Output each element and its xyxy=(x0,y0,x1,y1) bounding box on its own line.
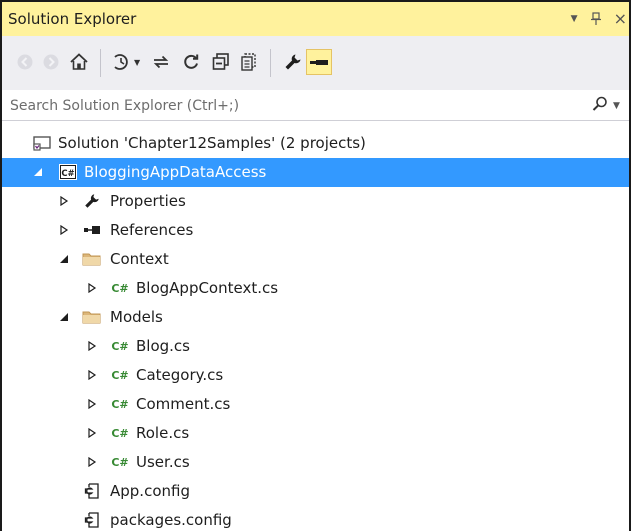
refresh-button[interactable] xyxy=(178,49,204,75)
references-icon xyxy=(82,220,102,240)
config-file-icon xyxy=(82,510,102,530)
search-icon[interactable] xyxy=(592,96,608,116)
search-options-dropdown-icon[interactable]: ▼ xyxy=(613,101,620,111)
tree-item-label: BlogAppContext.cs xyxy=(136,279,279,297)
tree-item-solution[interactable]: Solution 'Chapter12Samples' (2 projects) xyxy=(2,129,629,158)
tree-item-packages-config[interactable]: packages.config xyxy=(2,506,629,531)
tree-item-label: References xyxy=(110,221,194,239)
expanded-arrow-icon[interactable] xyxy=(58,253,70,265)
solution-explorer-panel: Solution Explorer ▼ × ▼ Search Solution … xyxy=(0,0,631,531)
collapsed-arrow-icon[interactable] xyxy=(58,195,70,207)
pending-changes-filter-button[interactable] xyxy=(108,49,134,75)
refresh-icon xyxy=(184,54,199,69)
tree-item-label: Comment.cs xyxy=(136,395,231,413)
preview-icon xyxy=(310,60,328,65)
collapsed-arrow-icon[interactable] xyxy=(86,369,98,381)
expanded-arrow-icon[interactable] xyxy=(58,311,70,323)
clock-filter-icon xyxy=(114,54,128,70)
preview-selected-items-button[interactable] xyxy=(306,49,332,75)
search-input[interactable] xyxy=(8,95,587,117)
wrench-icon xyxy=(285,54,301,70)
collapsed-arrow-icon[interactable] xyxy=(86,427,98,439)
show-all-files-icon xyxy=(241,53,256,71)
tree-item-project[interactable]: C# BloggingAppDataAccess xyxy=(2,158,629,187)
collapsed-arrow-icon[interactable] xyxy=(86,340,98,352)
tree-item-category[interactable]: C# Category.cs xyxy=(2,361,629,390)
collapsed-arrow-icon[interactable] xyxy=(86,282,98,294)
tree-item-blog[interactable]: C# Blog.cs xyxy=(2,332,629,361)
tree-item-references[interactable]: References xyxy=(2,216,629,245)
config-file-icon xyxy=(82,481,102,501)
tree-item-label: Solution 'Chapter12Samples' (2 projects) xyxy=(58,134,366,152)
tree-item-label: Context xyxy=(110,250,169,268)
tree-item-label: packages.config xyxy=(110,511,232,529)
tree-item-user[interactable]: C# User.cs xyxy=(2,448,629,477)
show-all-files-button[interactable] xyxy=(236,49,262,75)
tree-item-label: App.config xyxy=(110,482,190,500)
svg-text:C#: C# xyxy=(61,169,74,179)
csharp-file-icon: C# xyxy=(111,368,129,382)
pin-icon[interactable] xyxy=(590,12,602,26)
csharp-file-icon: C# xyxy=(111,455,129,469)
tree-item-label: Properties xyxy=(110,192,186,210)
tree-item-app-config[interactable]: App.config xyxy=(2,477,629,506)
folder-icon xyxy=(82,249,102,269)
toolbar: ▼ xyxy=(2,36,629,91)
expanded-arrow-icon[interactable] xyxy=(32,166,44,178)
sync-with-document-button[interactable] xyxy=(148,49,174,75)
panel-title-bar: Solution Explorer ▼ × xyxy=(2,2,629,36)
tree-item-context-folder[interactable]: Context xyxy=(2,245,629,274)
close-icon[interactable]: × xyxy=(614,8,627,30)
tree-item-label: Models xyxy=(110,308,163,326)
csharp-project-icon: C# xyxy=(58,162,78,182)
filter-dropdown-icon[interactable]: ▼ xyxy=(134,58,140,67)
sync-arrows-icon xyxy=(153,55,169,69)
tree-item-label: Category.cs xyxy=(136,366,224,384)
csharp-file-icon: C# xyxy=(111,397,129,411)
tree-item-role[interactable]: C# Role.cs xyxy=(2,419,629,448)
properties-button[interactable] xyxy=(280,49,306,75)
back-button[interactable] xyxy=(12,49,38,75)
tree-item-label: User.cs xyxy=(136,453,190,471)
search-bar: ▼ xyxy=(2,90,629,121)
tree-item-properties[interactable]: Properties xyxy=(2,187,629,216)
tree-item-label: Blog.cs xyxy=(136,337,190,355)
forward-button[interactable] xyxy=(38,49,64,75)
home-button[interactable] xyxy=(66,49,92,75)
tree-item-blogappcontext[interactable]: C# BlogAppContext.cs xyxy=(2,274,629,303)
forward-arrow-icon xyxy=(43,54,59,70)
csharp-file-icon: C# xyxy=(111,426,129,440)
collapse-all-button[interactable] xyxy=(208,49,234,75)
csharp-file-icon: C# xyxy=(111,281,129,295)
folder-icon xyxy=(82,307,102,327)
home-icon xyxy=(70,53,88,70)
collapsed-arrow-icon[interactable] xyxy=(58,224,70,236)
panel-title: Solution Explorer xyxy=(8,10,137,28)
collapsed-arrow-icon[interactable] xyxy=(86,456,98,468)
collapse-all-icon xyxy=(212,53,229,70)
back-arrow-icon xyxy=(17,54,33,70)
tree-item-models-folder[interactable]: Models xyxy=(2,303,629,332)
collapsed-arrow-icon[interactable] xyxy=(86,398,98,410)
window-position-dropdown-icon[interactable]: ▼ xyxy=(571,8,578,30)
csharp-file-icon: C# xyxy=(111,339,129,353)
tree-item-label: BloggingAppDataAccess xyxy=(84,163,267,181)
solution-icon xyxy=(32,133,52,153)
wrench-icon xyxy=(82,191,102,211)
tree-item-label: Role.cs xyxy=(136,424,190,442)
tree-item-comment[interactable]: C# Comment.cs xyxy=(2,390,629,419)
